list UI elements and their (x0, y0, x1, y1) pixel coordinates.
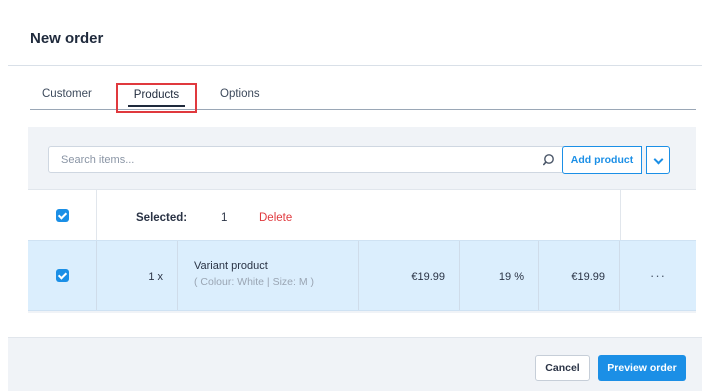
tab-products-label: Products (133, 89, 180, 101)
product-name: Variant product (194, 260, 268, 272)
search-input[interactable] (61, 152, 521, 168)
tax-value: 19 % (498, 271, 524, 283)
cancel-button[interactable]: Cancel (535, 355, 590, 381)
new-order-modal: New order Customer Products Options Add … (8, 0, 702, 391)
selection-row: Selected: 1 Delete (28, 189, 696, 241)
chevron-down-icon (653, 154, 664, 165)
select-all-checkbox[interactable] (56, 209, 69, 222)
selection-actions-cell (620, 190, 696, 241)
tab-products[interactable]: Products (116, 83, 197, 113)
delete-selected-button[interactable]: Delete (259, 212, 292, 224)
tab-customer[interactable]: Customer (42, 88, 92, 100)
tax-cell: 19 % (460, 241, 539, 310)
add-product-dropdown-button[interactable] (646, 146, 670, 174)
quantity-value: 1 x (148, 271, 163, 283)
add-product-group: Add product (562, 146, 670, 174)
quantity-cell: 1 x (97, 241, 178, 310)
preview-order-button[interactable]: Preview order (598, 355, 686, 381)
product-name-cell: Variant product ( Colour: White | Size: … (178, 241, 359, 310)
row-checkbox-cell (28, 241, 97, 310)
unit-price-value: €19.99 (411, 271, 445, 283)
active-tab-indicator (128, 105, 185, 107)
modal-header: New order (8, 0, 702, 66)
add-product-button[interactable]: Add product (562, 146, 642, 174)
modal-footer: Cancel Preview order (8, 337, 702, 391)
select-all-cell (28, 190, 97, 241)
total-value: €19.99 (571, 271, 605, 283)
search-box (48, 146, 570, 173)
tab-bar: Customer Products Options (30, 80, 696, 113)
selected-count: 1 (221, 212, 228, 224)
unit-price-cell: €19.99 (359, 241, 460, 310)
products-toolbar: Add product (28, 127, 696, 189)
search-icon[interactable] (543, 153, 557, 167)
product-variant: ( Colour: White | Size: M ) (194, 276, 315, 288)
table-row[interactable]: 1 x Variant product ( Colour: White | Si… (28, 240, 696, 311)
products-panel: Add product Selected: 1 Delete 1 x (28, 127, 696, 313)
modal-title: New order (30, 30, 104, 47)
more-horizontal-icon[interactable]: ··· (650, 268, 666, 283)
total-cell: €19.99 (539, 241, 620, 310)
selected-label: Selected: (136, 212, 188, 224)
row-actions-cell: ··· (620, 241, 696, 310)
row-checkbox[interactable] (56, 269, 69, 282)
tab-options[interactable]: Options (220, 88, 260, 100)
